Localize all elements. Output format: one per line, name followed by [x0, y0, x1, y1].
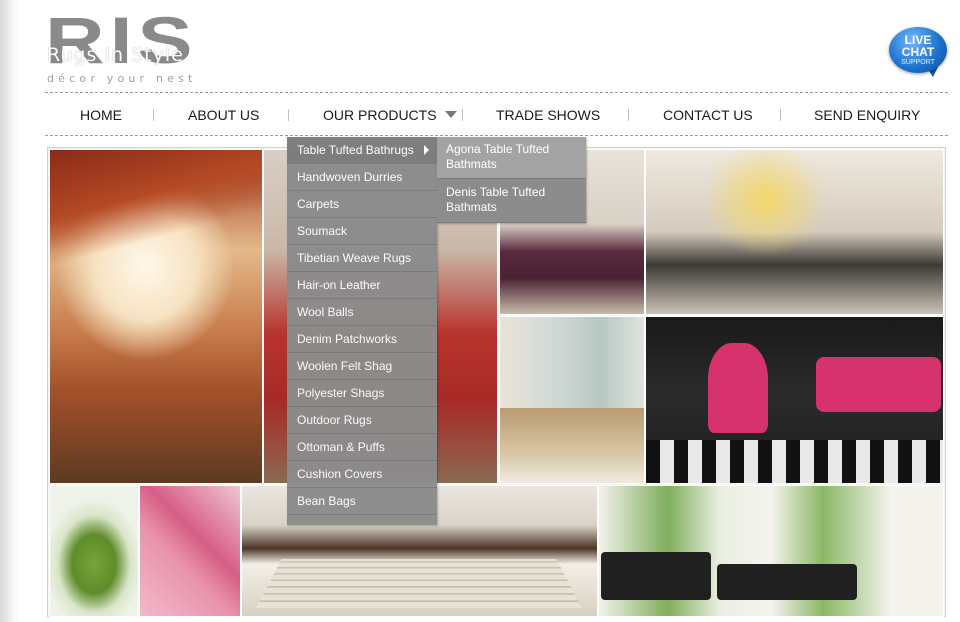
menu-item-bean-bags[interactable]: Bean Bags [287, 488, 437, 515]
area-rug [256, 559, 583, 608]
menu-item-soumack[interactable]: Soumack [287, 218, 437, 245]
nav-separator [628, 109, 629, 121]
nav-separator [288, 109, 289, 121]
logo-brand-name: Rugs In Style [47, 44, 184, 66]
menu-item-woolen-felt-shag[interactable]: Woolen Felt Shag [287, 353, 437, 380]
submenu-item-denis-bathmats[interactable]: Denis Table Tufted Bathmats [437, 180, 586, 223]
nav-contact-us[interactable]: CONTACT US [663, 107, 753, 123]
floor-rug [500, 408, 644, 483]
menu-item-hair-on-leather[interactable]: Hair-on Leather [287, 272, 437, 299]
pink-daybed [816, 357, 941, 412]
menu-item-handwoven-durries[interactable]: Handwoven Durries [287, 164, 437, 191]
green-bathmat-photo[interactable] [49, 485, 139, 617]
live-chat-button[interactable]: LIVE CHAT SUPPORT [889, 27, 947, 77]
black-sofa [601, 552, 711, 601]
pink-chair [708, 343, 768, 433]
logo-tagline: décor your nest [47, 72, 197, 85]
menu-item-polyester-shags[interactable]: Polyester Shags [287, 380, 437, 407]
pink-bathmat-photo[interactable] [139, 485, 241, 617]
nav-about-us[interactable]: ABOUT US [188, 107, 259, 123]
menu-item-tibetian-weave-rugs[interactable]: Tibetian Weave Rugs [287, 245, 437, 272]
site-logo[interactable]: RIS Rugs In Style décor your nest [45, 7, 215, 86]
nav-send-enquiry[interactable]: SEND ENQUIRY [814, 107, 920, 123]
nav-separator [462, 109, 463, 121]
main-nav: HOME ABOUT US OUR PRODUCTS TRADE SHOWS C… [45, 93, 948, 135]
submenu-item-agona-bathmats[interactable]: Agona Table Tufted Bathmats [437, 137, 586, 179]
page-edge-shadow [0, 0, 18, 622]
menu-item-carpets[interactable]: Carpets [287, 191, 437, 218]
live-chat-line2: CHAT [901, 45, 935, 59]
live-chat-line3: SUPPORT [901, 59, 935, 66]
black-pink-chairs-photo[interactable] [645, 316, 944, 484]
nav-divider-bottom [45, 135, 948, 136]
menu-item-cushion-covers[interactable]: Cushion Covers [287, 461, 437, 488]
menu-item-ottoman-puffs[interactable]: Ottoman & Puffs [287, 434, 437, 461]
menu-item-label: Table Tufted Bathrugs [297, 143, 414, 157]
striped-rug [646, 439, 943, 483]
nav-our-products[interactable]: OUR PRODUCTS [323, 107, 457, 123]
black-sofa-living-room-photo[interactable] [598, 485, 944, 617]
menu-item-outdoor-rugs[interactable]: Outdoor Rugs [287, 407, 437, 434]
sunroom-armchairs-photo[interactable] [499, 316, 645, 484]
menu-item-wool-balls[interactable]: Wool Balls [287, 299, 437, 326]
black-sofa [717, 564, 857, 601]
chevron-down-icon [444, 111, 457, 118]
bathrugs-submenu: Agona Table Tufted Bathmats Denis Table … [437, 137, 586, 223]
lounge-wicker-chairs-photo[interactable] [645, 149, 944, 315]
nav-separator [780, 109, 781, 121]
nav-home[interactable]: HOME [80, 107, 122, 123]
menu-item-denim-patchworks[interactable]: Denim Patchworks [287, 326, 437, 353]
living-room-red-curtains-photo[interactable] [49, 149, 263, 484]
chevron-right-icon [424, 145, 429, 155]
products-dropdown-menu: Table Tufted Bathrugs Handwoven Durries … [287, 137, 437, 525]
nav-separator [153, 109, 154, 121]
nav-trade-shows[interactable]: TRADE SHOWS [496, 107, 600, 123]
nav-our-products-label: OUR PRODUCTS [323, 107, 437, 123]
menu-item-table-tufted-bathrugs[interactable]: Table Tufted Bathrugs [287, 137, 437, 164]
